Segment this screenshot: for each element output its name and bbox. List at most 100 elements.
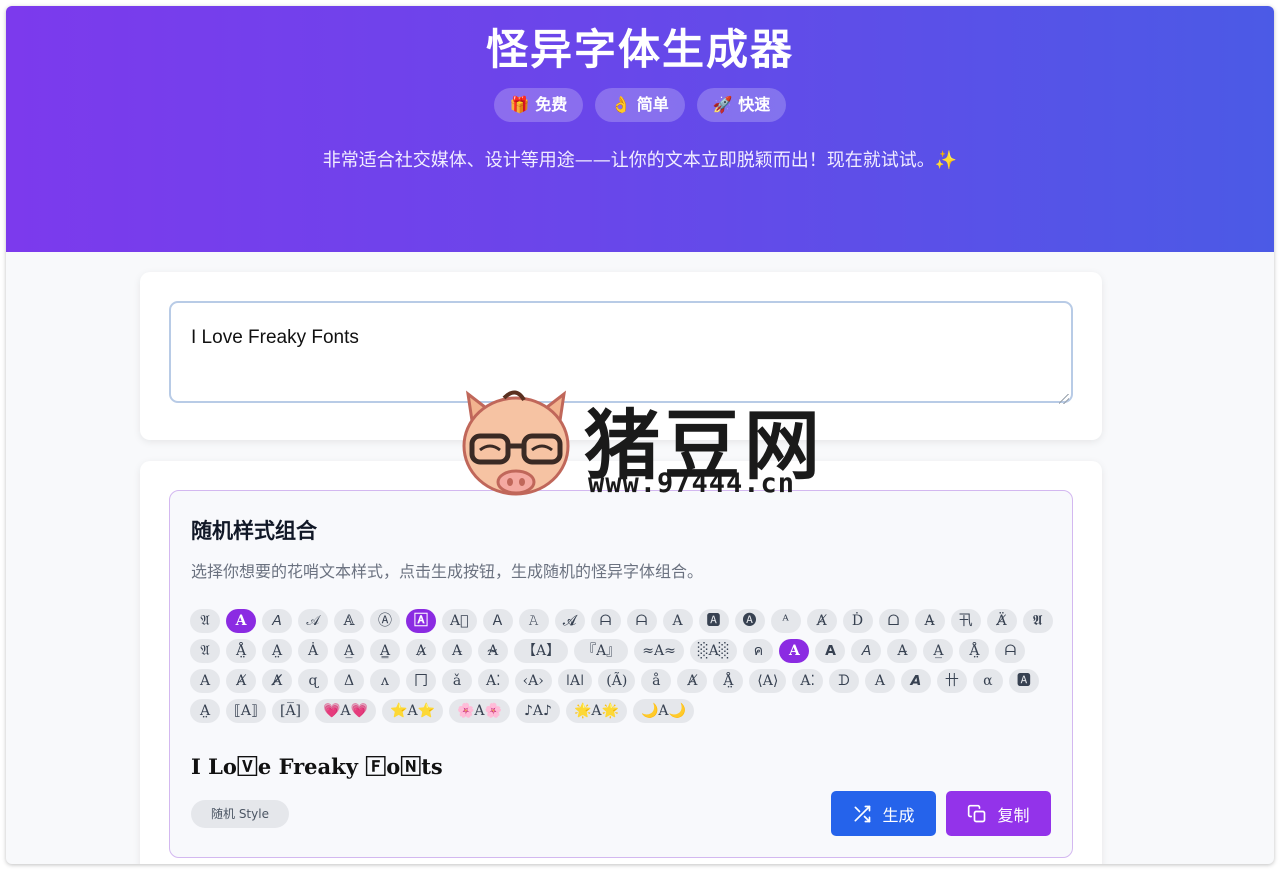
style-chip[interactable]: ค	[743, 639, 774, 663]
style-chip[interactable]: 𝒜	[298, 609, 328, 633]
style-chip[interactable]: A̶	[887, 639, 918, 663]
style-chip[interactable]: 💗A💗	[315, 699, 377, 723]
style-chip[interactable]: ᗩ	[590, 609, 621, 633]
style-chip[interactable]: 🌟A🌟	[565, 699, 627, 723]
style-chip[interactable]: Å̤	[226, 639, 256, 663]
style-chip[interactable]: A⃞	[442, 609, 477, 633]
style-chip[interactable]: ᗩ	[995, 639, 1026, 663]
style-chip[interactable]: A	[662, 609, 693, 633]
resize-handle-icon[interactable]	[1059, 394, 1069, 404]
site-watermark: 猪豆网 www.97444.cn	[454, 384, 834, 502]
style-chip[interactable]: A̲	[923, 639, 954, 663]
style-chip[interactable]: 𝙰	[518, 609, 549, 633]
random-style-panel: 随机样式组合 选择你想要的花哨文本样式，点击生成按钮，生成随机的怪异字体组合。 …	[169, 490, 1073, 858]
style-chip[interactable]: 卂	[950, 609, 981, 633]
style-chip[interactable]: ᴧ	[370, 669, 400, 693]
style-chip[interactable]: ⟨A⟩	[749, 669, 787, 693]
style-chip[interactable]: A̳	[370, 639, 400, 663]
style-chip[interactable]: 🅐	[734, 609, 765, 633]
style-chip[interactable]: A̤	[190, 699, 220, 723]
style-chip[interactable]: 𝔸	[334, 609, 364, 633]
style-chip[interactable]: 𝐀	[779, 639, 810, 663]
style-chip[interactable]: ⭐A⭐	[382, 699, 443, 723]
style-chip[interactable]: 🅰	[698, 609, 729, 633]
gift-icon: 🎁	[509, 95, 530, 114]
style-chip[interactable]: å	[641, 669, 672, 693]
style-chip[interactable]: ░A░	[689, 639, 738, 663]
style-chip[interactable]: 𝓐	[554, 609, 585, 633]
style-chip[interactable]: Ⓐ	[370, 609, 400, 633]
style-chip[interactable]: 𝔄	[190, 609, 220, 633]
style-chip[interactable]: A⁚	[478, 669, 509, 693]
style-chip[interactable]: 【A】	[514, 639, 569, 663]
style-chip[interactable]: ᗪ	[828, 669, 859, 693]
generate-label: 生成	[882, 805, 915, 825]
hero-subtitle: 非常适合社交媒体、设计等用途——让你的文本立即脱颖而出！现在就试试。✨	[322, 150, 958, 171]
badge-simple: 👌 简单	[595, 88, 685, 122]
style-chip[interactable]: 🌸A🌸	[449, 699, 510, 723]
style-chip[interactable]: Ⱥ	[226, 669, 256, 693]
style-chip[interactable]: Å̤	[959, 639, 990, 663]
style-chip[interactable]: 冂	[406, 669, 436, 693]
style-chip[interactable]: 𝐀	[226, 609, 256, 633]
style-chip[interactable]: 𝘈	[262, 609, 292, 633]
style-chip[interactable]: α	[972, 669, 1003, 693]
pig-logo-icon	[462, 390, 570, 496]
style-chip[interactable]: Å̤	[713, 669, 744, 693]
page-title: 怪异字体生成器	[485, 25, 794, 74]
style-chip[interactable]: 『A』	[574, 639, 629, 663]
style-chip[interactable]: ɋ	[298, 669, 328, 693]
style-chip[interactable]: ⟦A⟧	[226, 699, 266, 723]
style-chip[interactable]: 𝘈	[851, 639, 882, 663]
style-chip[interactable]: A̵	[442, 639, 472, 663]
style-chip[interactable]: ᗝ	[878, 609, 909, 633]
feature-badges: 🎁 免费 👌 简单 🚀 快速	[6, 88, 1274, 122]
watermark-url: www.97444.cn	[588, 468, 796, 499]
style-chip[interactable]: ᗩ	[626, 609, 657, 633]
style-chip[interactable]: Ḋ	[842, 609, 873, 633]
style-chip[interactable]: 🌙A🌙	[632, 699, 694, 723]
style-chip[interactable]: [A̅]	[271, 699, 310, 723]
style-chip[interactable]: A	[190, 669, 220, 693]
section-title: 随机样式组合	[191, 519, 317, 543]
style-chip[interactable]: ♪A♪	[515, 699, 560, 723]
style-chip[interactable]: Ⱥ̸	[262, 669, 292, 693]
style-chip[interactable]: ≈A≈	[634, 639, 684, 663]
style-chip[interactable]: 🅰	[1008, 669, 1039, 693]
rocket-icon: 🚀	[712, 95, 733, 114]
style-chip[interactable]: ᴬ	[770, 609, 801, 633]
copy-button[interactable]: 复制	[946, 791, 1051, 836]
badge-free: 🎁 免费	[493, 88, 584, 122]
shuffle-icon	[854, 805, 871, 822]
style-chip[interactable]: A̴	[478, 639, 508, 663]
copy-label: 复制	[997, 805, 1030, 825]
style-chip[interactable]: 𝘼	[900, 669, 931, 693]
badge-label: 免费	[535, 95, 568, 114]
style-chip[interactable]: A⁚	[792, 669, 823, 693]
generate-button[interactable]: 生成	[831, 791, 936, 836]
style-chip[interactable]: A̤	[262, 639, 292, 663]
style-chip[interactable]: 🄰	[406, 609, 436, 633]
style-chip[interactable]: A̲	[334, 639, 364, 663]
style-chip[interactable]: 卄	[936, 669, 967, 693]
style-chip[interactable]: A̷	[406, 639, 436, 663]
style-chip[interactable]: (Ã)	[598, 669, 636, 693]
style-chip[interactable]: ‹A›	[514, 669, 552, 693]
style-chip[interactable]: 𝗔	[815, 639, 846, 663]
style-tag: 随机 Style	[191, 800, 289, 828]
style-chip[interactable]: ǎ	[442, 669, 472, 693]
style-chip[interactable]: 𝕬	[1022, 609, 1053, 633]
style-chip[interactable]: Ａ	[482, 609, 513, 633]
style-chip[interactable]: Ä̸	[986, 609, 1017, 633]
style-chip[interactable]: ǀAǀ	[557, 669, 593, 693]
style-chip[interactable]: A	[864, 669, 895, 693]
style-chip[interactable]: A̶	[914, 609, 945, 633]
preview-text: I Lo🅅e Freaky 🄵o🄽ts	[191, 754, 443, 779]
style-chip-list: 𝔄 𝐀 𝘈 𝒜 𝔸 Ⓐ 🄰 A⃞ Ａ 𝙰 𝓐 ᗩ ᗩ A 🅰 🅐ᴬ Ⱥ Ḋ ᗝ A̶ 卂 Ä̸ 𝕬 𝔄 Å̤ A̤ Ȧ A̲ A̳ A̷ A…	[190, 609, 1060, 723]
style-chip[interactable]: Ⱥ	[677, 669, 708, 693]
style-chip[interactable]: Δ	[334, 669, 364, 693]
style-chip[interactable]: Ⱥ	[806, 609, 837, 633]
section-description: 选择你想要的花哨文本样式，点击生成按钮，生成随机的怪异字体组合。	[191, 562, 704, 581]
style-chip[interactable]: Ȧ	[298, 639, 328, 663]
style-chip[interactable]: 𝔄	[190, 639, 220, 663]
